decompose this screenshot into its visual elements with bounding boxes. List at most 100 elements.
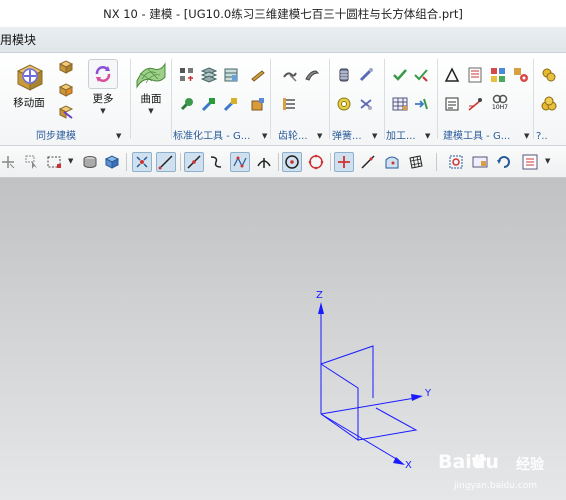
z-axis-label: Z (316, 290, 323, 301)
selection-toolbar: ▼ ▼ (0, 146, 566, 178)
window-title: NX 10 - 建模 - [UG10.0练习三维建模七百三十圆柱与长方体组合.p… (103, 6, 463, 21)
toolbar-separator (330, 153, 331, 171)
ribbon-group-standardization-tools: 标准化工具 - G... ▼ (172, 53, 270, 146)
hole-tolerance-button[interactable]: 10H7 (490, 94, 510, 116)
snap-line-button[interactable] (156, 152, 176, 172)
snap-point-on-curve-button[interactable] (358, 152, 378, 172)
snap-arc-center-button[interactable] (282, 152, 302, 172)
watermark-url: jingyan.baidu.com (454, 481, 538, 491)
toolbar-separator (436, 153, 437, 171)
render-style-button[interactable] (520, 152, 540, 172)
watermark-brand: Baidu (438, 451, 499, 473)
move-face-icon (16, 64, 44, 91)
toolbar-separator (278, 153, 279, 171)
rectangle-select-dropdown[interactable]: ▼ (68, 157, 73, 165)
surface-label: 曲面 (140, 93, 162, 105)
disc-spring-icon[interactable] (336, 96, 352, 112)
snap-quadrant-button[interactable] (306, 152, 326, 172)
coins-pile-icon[interactable] (541, 96, 557, 112)
group-label-extra: ?.. (536, 131, 548, 142)
arrange-icon[interactable] (179, 67, 195, 83)
color-table-icon[interactable] (490, 67, 506, 83)
intersection-icon (257, 158, 271, 168)
cylindrical-spring-icon[interactable] (336, 67, 352, 83)
snap-midpoint-button[interactable] (184, 152, 204, 172)
fastener-assembly-icon[interactable] (179, 96, 195, 112)
group-caret-modeling-tools[interactable]: ▼ (524, 132, 529, 140)
group-label-synchronous-modeling: 同步建模 (36, 131, 76, 142)
spring-tool-icon[interactable] (358, 67, 374, 83)
bolt-assembly-icon[interactable] (201, 96, 217, 112)
midpoint-line-icon (187, 155, 201, 169)
group-caret-spring[interactable]: ▼ (372, 132, 377, 140)
layer-stack-icon[interactable] (201, 67, 217, 83)
render-style-icon (522, 154, 538, 170)
view-orient-button[interactable] (470, 152, 490, 172)
more-button[interactable]: 更多 ▼ (88, 59, 118, 115)
offset-region-icon[interactable] (58, 59, 74, 75)
pin-assembly-icon[interactable] (223, 96, 239, 112)
select-filter-button[interactable] (0, 152, 18, 172)
coins-stack-icon[interactable] (541, 67, 557, 83)
snap-end-point-button[interactable] (132, 152, 152, 172)
stick-tool-icon[interactable] (250, 67, 266, 83)
grid-table-icon[interactable] (392, 96, 408, 112)
grid-icon (409, 155, 423, 169)
snap-point-on-face-button[interactable] (382, 152, 402, 172)
cylindrical-gear-icon[interactable] (282, 67, 298, 83)
view-fit-button[interactable] (446, 152, 466, 172)
machining-arrow-icon[interactable] (413, 96, 429, 112)
cube-body-icon (104, 155, 120, 169)
curve-icon (210, 156, 222, 168)
snap-curve-button[interactable] (206, 152, 226, 172)
machining-check-icon[interactable] (413, 67, 429, 83)
snap-bounded-grid-button[interactable] (406, 152, 426, 172)
surface-button[interactable]: 曲面 ▼ (134, 59, 168, 115)
triangle-icon[interactable] (444, 67, 460, 83)
delete-spring-icon[interactable] (358, 96, 374, 112)
group-caret-standardization-tools[interactable]: ▼ (262, 132, 267, 140)
database-stack-icon[interactable] (223, 67, 239, 83)
group-label-standardization-tools: 标准化工具 - G... (173, 131, 251, 142)
group-caret-machining[interactable]: ▼ (425, 132, 430, 140)
bevel-gear-icon[interactable] (304, 67, 320, 83)
select-feature-button[interactable] (80, 152, 100, 172)
menu-bar: 用模块 (0, 27, 566, 53)
y-axis-label: Y (425, 388, 432, 399)
dashed-rectangle-icon (47, 156, 61, 168)
render-style-dropdown[interactable]: ▼ (545, 157, 550, 165)
toolbar-separator (126, 153, 127, 171)
toolbar-separator (180, 153, 181, 171)
group-caret-synchronous-modeling[interactable]: ▼ (116, 132, 121, 140)
control-points-icon (233, 156, 247, 168)
application-module-menu[interactable]: 用模块 (0, 31, 36, 48)
dimension-tool-icon[interactable] (467, 96, 483, 112)
group-caret-gear[interactable]: ▼ (317, 132, 322, 140)
snap-intersection-button[interactable] (254, 152, 274, 172)
part-library-icon[interactable] (250, 96, 266, 112)
point-on-face-icon (385, 156, 399, 169)
spreadsheet-icon[interactable] (467, 67, 483, 83)
more-dropdown-caret[interactable]: ▼ (100, 107, 105, 115)
rotate-view-button[interactable] (494, 152, 514, 172)
group-label-spring: 弹簧... (332, 131, 362, 142)
delete-face-icon[interactable] (58, 104, 74, 120)
gear-settings-icon[interactable] (513, 67, 529, 83)
select-body-button[interactable] (102, 152, 122, 172)
line-icon (158, 155, 173, 170)
select-scope-button[interactable] (22, 152, 42, 172)
move-face-button[interactable]: 移动面 (12, 59, 46, 110)
snap-existing-point-button[interactable] (334, 152, 354, 172)
replace-face-icon[interactable] (58, 82, 74, 98)
surface-dropdown-caret[interactable]: ▼ (148, 107, 153, 115)
gear-modeling-icon[interactable] (282, 96, 298, 112)
group-label-gear: 齿轮... (278, 131, 308, 142)
rectangle-select-button[interactable] (44, 152, 64, 172)
move-face-label: 移动面 (13, 97, 45, 109)
snap-control-point-button[interactable] (230, 152, 250, 172)
text-document-icon[interactable] (444, 96, 460, 112)
check-mark-icon[interactable] (392, 67, 408, 83)
window-title-bar: NX 10 - 建模 - [UG10.0练习三维建模七百三十圆柱与长方体组合.p… (0, 0, 566, 27)
point-on-curve-icon (361, 155, 375, 169)
circle-center-icon (285, 155, 299, 169)
